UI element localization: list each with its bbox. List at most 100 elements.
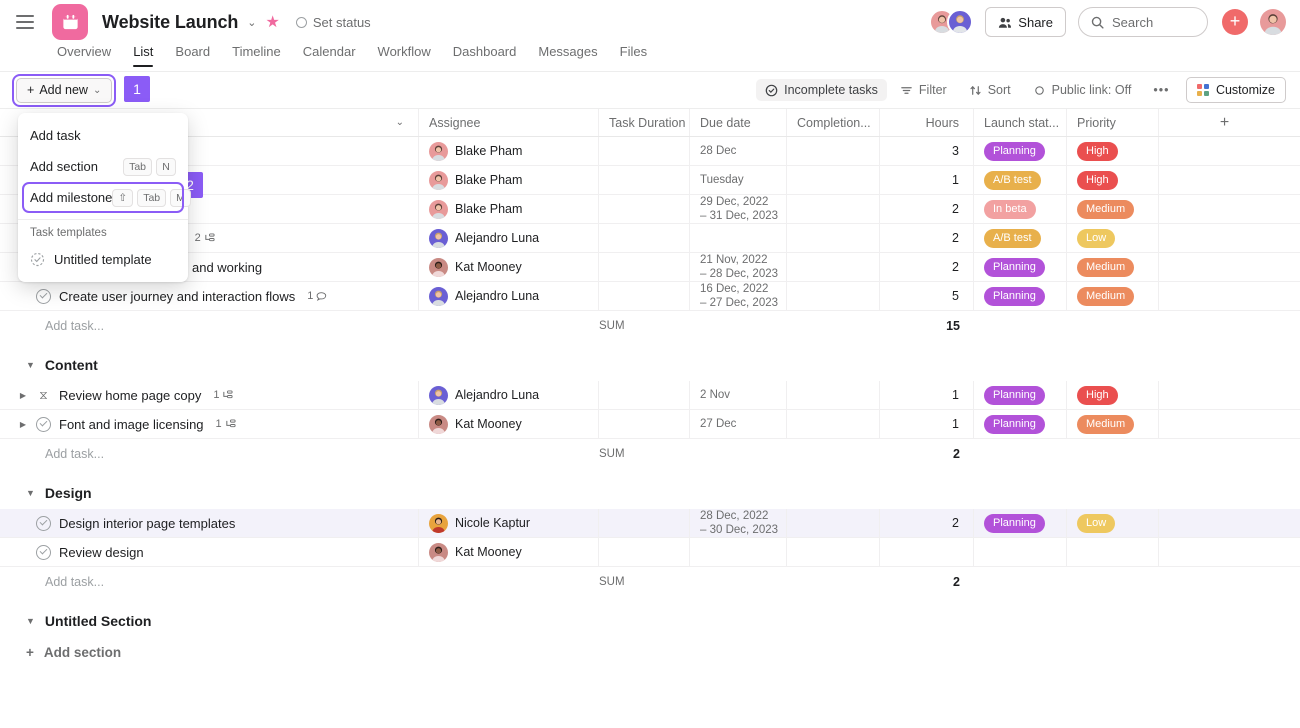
due-date-cell[interactable] bbox=[690, 538, 787, 566]
more-options-button[interactable]: ••• bbox=[1144, 79, 1178, 101]
launch-status-tag[interactable]: In beta bbox=[984, 199, 1036, 219]
assignee-cell[interactable]: Nicole Kaptur bbox=[419, 509, 599, 537]
priority-cell[interactable]: Low bbox=[1067, 509, 1159, 537]
completion-cell[interactable] bbox=[787, 282, 880, 310]
table-row[interactable]: ▶ ⧖ Review home page copy 1 Alejandro Luna 2 … bbox=[0, 381, 1300, 410]
launch-status-cell[interactable]: Planning bbox=[974, 381, 1067, 409]
priority-cell[interactable]: Medium bbox=[1067, 410, 1159, 438]
launch-status-cell[interactable]: Planning bbox=[974, 137, 1067, 165]
priority-tag[interactable]: Low bbox=[1077, 228, 1116, 248]
priority-tag[interactable]: Medium bbox=[1077, 286, 1135, 306]
menu-item-add-task[interactable]: Add task bbox=[18, 120, 188, 151]
due-date-cell[interactable]: 29 Dec, 2022 – 31 Dec, 2023 bbox=[690, 195, 787, 223]
hamburger-menu-icon[interactable] bbox=[16, 15, 34, 29]
due-date-cell[interactable]: 28 Dec bbox=[690, 137, 787, 165]
task-name-cell[interactable]: ▶ Font and image licensing 1 bbox=[0, 410, 419, 438]
priority-tag[interactable]: Medium bbox=[1077, 257, 1135, 277]
tab-overview[interactable]: Overview bbox=[46, 44, 122, 67]
expand-subtasks-icon[interactable]: ▶ bbox=[18, 391, 28, 400]
task-duration-cell[interactable] bbox=[599, 282, 690, 310]
add-task-row[interactable]: Add task... SUM 15 bbox=[0, 311, 1300, 340]
assignee-cell[interactable]: Alejandro Luna bbox=[419, 224, 599, 252]
assignee-cell[interactable]: Kat Mooney bbox=[419, 253, 599, 281]
launch-status-cell[interactable]: A/B test bbox=[974, 166, 1067, 194]
due-date-cell[interactable]: Tuesday bbox=[690, 166, 787, 194]
task-duration-cell[interactable] bbox=[599, 224, 690, 252]
column-header[interactable]: Hours bbox=[880, 109, 974, 136]
assignee-cell[interactable]: Alejandro Luna bbox=[419, 282, 599, 310]
task-name-cell[interactable]: ▶Review design bbox=[0, 538, 419, 566]
add-task-placeholder[interactable]: Add task... bbox=[0, 567, 419, 596]
add-column-button[interactable]: + bbox=[1159, 109, 1290, 136]
table-row[interactable]: ▶ Font and image licensing 1 Kat Mooney 27 D… bbox=[0, 410, 1300, 439]
hours-cell[interactable]: 1 bbox=[880, 381, 974, 409]
project-title-chevron-icon[interactable]: ⌄ bbox=[247, 16, 256, 29]
table-row[interactable]: ▶404 redirects in place2Alejandro Luna2A… bbox=[0, 224, 1300, 253]
launch-status-tag[interactable]: Planning bbox=[984, 286, 1045, 306]
task-name-cell[interactable]: ▶ ⧖ Review home page copy 1 bbox=[0, 381, 419, 409]
hours-cell[interactable]: 1 bbox=[880, 166, 974, 194]
priority-cell[interactable]: High bbox=[1067, 381, 1159, 409]
priority-tag[interactable]: Medium bbox=[1077, 414, 1135, 434]
priority-cell[interactable]: High bbox=[1067, 166, 1159, 194]
add-task-placeholder[interactable]: Add task... bbox=[0, 311, 419, 340]
priority-tag[interactable]: High bbox=[1077, 141, 1118, 161]
tab-messages[interactable]: Messages bbox=[527, 44, 608, 67]
launch-status-tag[interactable]: Planning bbox=[984, 257, 1045, 277]
menu-item-untitled-template[interactable]: Untitled template bbox=[18, 244, 188, 275]
column-header[interactable]: Task Duration bbox=[599, 109, 690, 136]
completion-cell[interactable] bbox=[787, 137, 880, 165]
priority-cell[interactable]: Low bbox=[1067, 224, 1159, 252]
task-name-cell[interactable]: ▶Create user journey and interaction flo… bbox=[0, 282, 419, 310]
task-duration-cell[interactable] bbox=[599, 166, 690, 194]
member-facepile[interactable] bbox=[929, 9, 974, 35]
completion-cell[interactable] bbox=[787, 410, 880, 438]
assignee-cell[interactable]: Blake Pham bbox=[419, 137, 599, 165]
completion-cell[interactable] bbox=[787, 538, 880, 566]
launch-status-tag[interactable]: A/B test bbox=[984, 170, 1041, 190]
launch-status-tag[interactable]: Planning bbox=[984, 513, 1045, 533]
menu-item-add-section[interactable]: Add section Tab N bbox=[18, 151, 188, 182]
launch-status-cell[interactable] bbox=[974, 538, 1067, 566]
priority-cell[interactable]: High bbox=[1067, 137, 1159, 165]
table-row[interactable]: ▶Create user journey and interaction flo… bbox=[0, 282, 1300, 311]
hours-cell[interactable]: 5 bbox=[880, 282, 974, 310]
launch-status-tag[interactable]: Planning bbox=[984, 414, 1045, 434]
hours-cell[interactable]: 1 bbox=[880, 410, 974, 438]
completion-cell[interactable] bbox=[787, 166, 880, 194]
column-header[interactable]: Due date bbox=[690, 109, 787, 136]
priority-tag[interactable]: High bbox=[1077, 385, 1118, 405]
complete-task-icon[interactable] bbox=[36, 288, 51, 304]
priority-cell[interactable]: Medium bbox=[1067, 253, 1159, 281]
assignee-cell[interactable]: Blake Pham bbox=[419, 166, 599, 194]
task-duration-cell[interactable] bbox=[599, 538, 690, 566]
share-button[interactable]: Share bbox=[985, 7, 1066, 37]
launch-status-tag[interactable]: A/B test bbox=[984, 228, 1041, 248]
add-task-row[interactable]: Add task... SUM 2 bbox=[0, 567, 1300, 596]
column-header[interactable]: Priority bbox=[1067, 109, 1159, 136]
assignee-cell[interactable]: Kat Mooney bbox=[419, 410, 599, 438]
hours-cell[interactable] bbox=[880, 538, 974, 566]
add-task-placeholder[interactable]: Add task... bbox=[0, 439, 419, 468]
column-header[interactable]: Completion... bbox=[787, 109, 880, 136]
launch-status-cell[interactable]: Planning bbox=[974, 253, 1067, 281]
launch-status-cell[interactable]: Planning bbox=[974, 410, 1067, 438]
hours-cell[interactable]: 2 bbox=[880, 195, 974, 223]
hours-cell[interactable]: 2 bbox=[880, 253, 974, 281]
launch-status-cell[interactable]: Planning bbox=[974, 509, 1067, 537]
due-date-cell[interactable]: 2 Nov bbox=[690, 381, 787, 409]
tab-dashboard[interactable]: Dashboard bbox=[442, 44, 528, 67]
priority-tag[interactable]: Medium bbox=[1077, 199, 1135, 219]
section-header[interactable]: ▼ Design bbox=[0, 476, 1300, 509]
section-header[interactable]: ▼ Untitled Section bbox=[0, 604, 1300, 637]
hours-cell[interactable]: 2 bbox=[880, 224, 974, 252]
quick-add-button[interactable]: + bbox=[1222, 9, 1248, 35]
public-link-button[interactable]: Public link: Off bbox=[1024, 79, 1141, 101]
table-row[interactable]: ▶Sharing icons updated and workingKat Mo… bbox=[0, 253, 1300, 282]
task-duration-cell[interactable] bbox=[599, 137, 690, 165]
priority-cell[interactable] bbox=[1067, 538, 1159, 566]
due-date-cell[interactable]: 27 Dec bbox=[690, 410, 787, 438]
task-name-cell[interactable]: ▶Design interior page templates bbox=[0, 509, 419, 537]
add-section-button[interactable]: + Add section bbox=[0, 637, 1300, 667]
table-row[interactable]: ▶Design interior page templates Nicole Ka… bbox=[0, 509, 1300, 538]
